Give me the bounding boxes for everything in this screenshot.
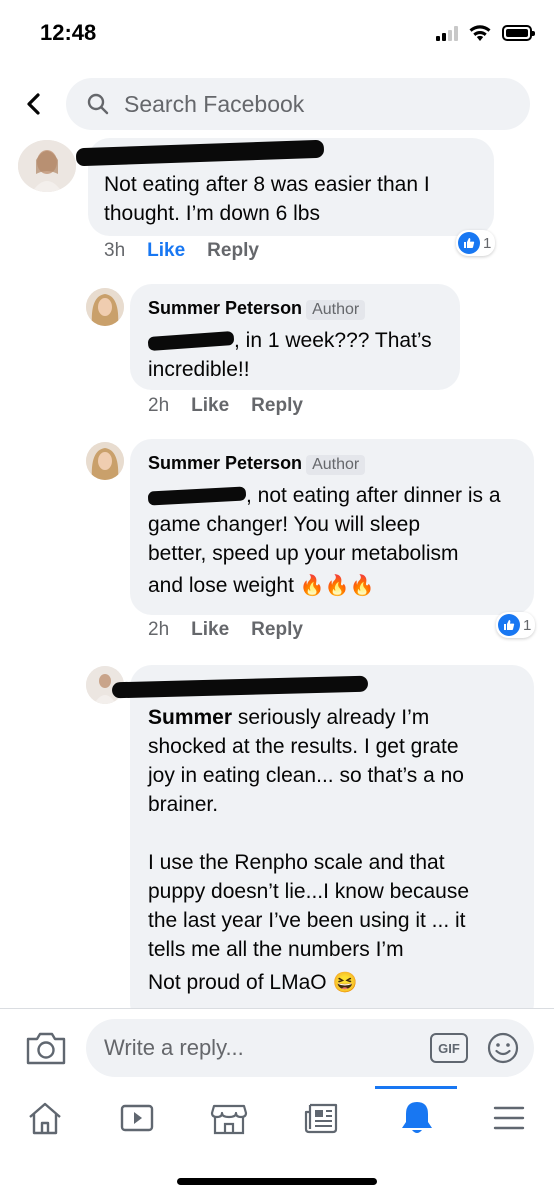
thumbs-up-icon [498,614,520,636]
reaction-badge[interactable]: 1 [496,612,536,638]
marketplace-icon [210,1104,248,1135]
search-input[interactable]: Search Facebook [66,78,530,130]
camera-icon [26,1032,66,1065]
reply-bubble[interactable]: Summer seriously already I’m shocked at … [111,665,534,1008]
comment-line: Not proud of LMaO [148,971,327,994]
comment-time: 2h [148,395,170,416]
comment-line: brainer. [148,793,219,816]
tab-marketplace[interactable] [194,1086,264,1150]
notifications-icon [402,1102,432,1133]
comment-line: the last year I’ve been using it ... it [148,909,466,932]
wifi-icon [469,25,491,41]
smiley-icon [487,1032,519,1064]
reaction-badge[interactable]: 1 [456,230,496,256]
chevron-left-icon [27,93,40,115]
comment-line: I use the Renpho scale and that [148,851,445,874]
thumbs-up-icon [458,232,480,254]
reaction-count: 1 [483,234,492,252]
redacted-name [75,139,325,167]
comment-text: Not eating after 8 was easier than I tho… [104,173,430,225]
like-button[interactable]: Like [191,619,229,641]
status-icons [436,24,535,42]
tab-watch[interactable] [102,1086,172,1150]
search-icon [87,93,109,115]
gif-button[interactable]: GIF [430,1033,468,1063]
comment-line: incredible!! [148,358,250,381]
author-name[interactable]: Summer Peterson [148,453,302,473]
comment-line: puppy doesn’t lie...I know because [148,880,470,903]
tab-menu[interactable] [474,1086,544,1150]
comment-bubble[interactable]: Not eating after 8 was easier than I tho… [75,138,494,236]
like-button[interactable]: Like [147,240,185,262]
comment-time: 3h [104,240,126,261]
status-time: 12:48 [40,20,97,45]
tab-home[interactable] [10,1086,80,1150]
emoji-button[interactable] [486,1031,520,1065]
comment-line: better, speed up your metabolism [148,542,459,565]
comment-text: , not eating after dinner is a game chan… [147,481,528,604]
author-badge: Author [306,300,366,320]
comment-line: seriously already I’m [232,706,430,729]
comment-line: joy in eating clean... so that’s a no [148,764,464,787]
redacted-mention [147,486,247,507]
camera-button[interactable] [24,1029,68,1067]
redacted-mention [147,331,235,352]
mention-link[interactable]: Summer [148,706,232,729]
comment-line: shocked at the results. I get grate [148,735,459,758]
search-placeholder: Search Facebook [124,90,305,117]
reply-bar: Write a reply... GIF [0,1008,554,1086]
reply-button[interactable]: Reply [251,395,303,417]
search-row: Search Facebook [0,76,554,132]
fire-emoji: 🔥🔥🔥 [299,575,375,597]
comment-text: Summer seriously already I’m shocked at … [148,703,528,1002]
comment-line: , not eating after dinner is a [246,484,501,507]
watch-icon [120,1104,154,1132]
avatar[interactable] [86,442,124,480]
tab-bar [0,1086,554,1166]
reply-actions: 2h Like Reply [148,619,303,641]
comment-line: tells me all the numbers I’m [148,938,404,961]
comment-time: 2h [148,619,170,640]
reply-actions: 2h Like Reply [148,395,303,417]
home-indicator [177,1178,377,1185]
avatar[interactable] [86,288,124,326]
avatar[interactable] [18,140,76,192]
reply-button[interactable]: Reply [251,619,303,641]
reply-input[interactable]: Write a reply... GIF [86,1019,534,1077]
reply-bubble[interactable]: Summer Peterson Author , not eating after… [130,439,534,615]
author-name[interactable]: Summer Peterson [148,298,302,318]
reply-bubble[interactable]: Summer Peterson Author , in 1 week??? Tha… [130,284,460,390]
status-bar: 12:48 [0,0,554,70]
back-button[interactable] [18,86,48,122]
comments-feed[interactable]: Not eating after 8 was easier than I tho… [0,138,554,1008]
comment-actions: 3h Like Reply [104,240,259,262]
home-icon [29,1102,61,1135]
author-badge: Author [306,455,366,475]
signal-icon [436,25,458,41]
reply-placeholder: Write a reply... [104,1035,244,1060]
comment-line: and lose weight [148,574,294,597]
comment-text: , in 1 week??? That’s incredible!! [147,326,448,384]
redacted-name [111,675,369,699]
news-icon [304,1103,338,1134]
battery-icon [502,25,535,41]
menu-icon [493,1106,525,1130]
reply-button[interactable]: Reply [207,240,259,262]
comment-line: game changer! You will sleep [148,513,421,536]
laughing-emoji: 😆 [332,972,358,994]
tab-news[interactable] [286,1086,356,1150]
reaction-count: 1 [523,616,532,634]
tab-notifications[interactable] [382,1086,452,1150]
comment-line: , in 1 week??? That’s [234,329,432,352]
like-button[interactable]: Like [191,395,229,417]
